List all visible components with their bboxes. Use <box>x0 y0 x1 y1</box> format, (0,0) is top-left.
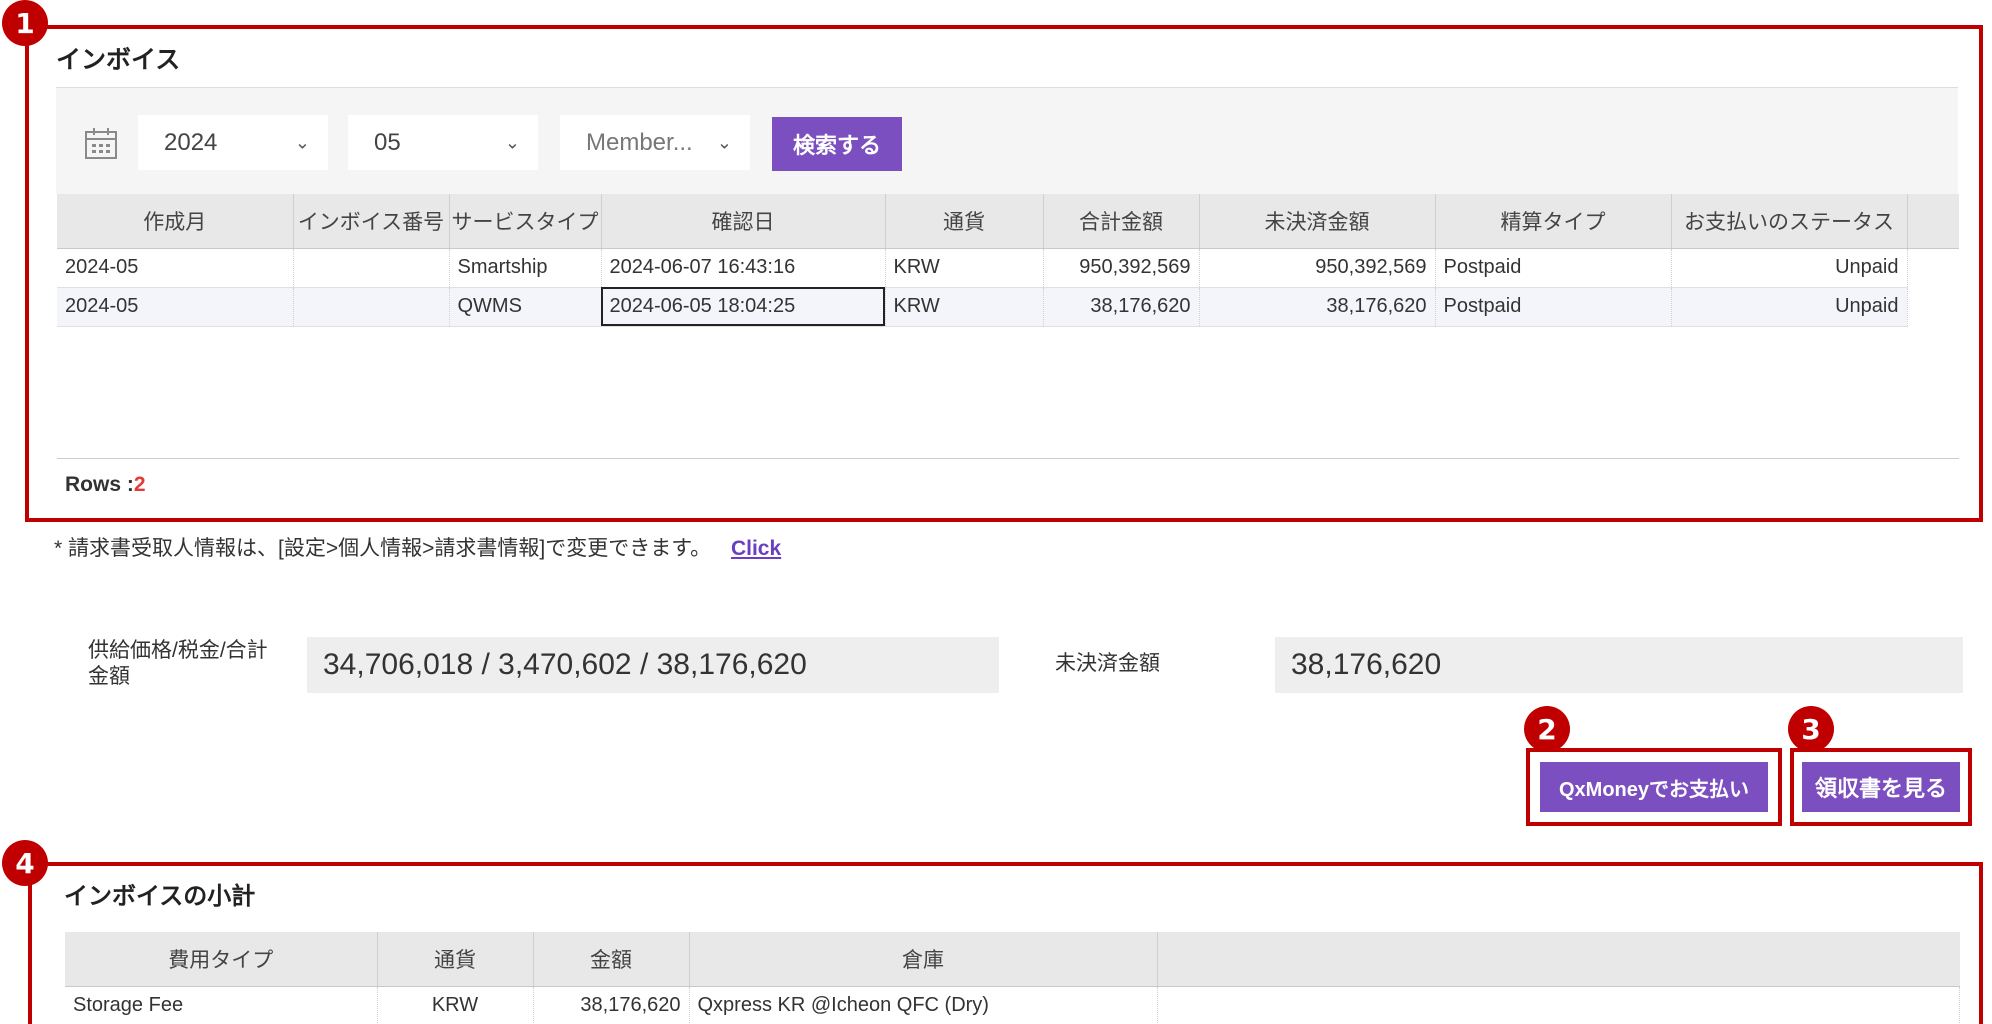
supply-label-line1: 供給価格/税金/合計 <box>88 639 268 662</box>
chevron-down-icon: ⌄ <box>294 132 310 152</box>
chevron-down-icon: ⌄ <box>504 132 520 152</box>
cell-filler <box>1907 248 1959 287</box>
cell-unpaid-amount: 38,176,620 <box>1199 287 1436 327</box>
col-service-type[interactable]: サービスタイプ <box>449 194 602 249</box>
month-select[interactable]: 05 ⌄ <box>348 115 538 170</box>
subtotal-title: インボイスの小計 <box>64 883 256 910</box>
cell-currency: KRW <box>377 986 534 1024</box>
supply-price-value: 34,706,018 / 3,470,602 / 38,176,620 <box>307 637 999 693</box>
cell-settlement-type: Postpaid <box>1435 248 1672 288</box>
search-button[interactable]: 検索する <box>772 117 902 171</box>
cell-total-amount: 38,176,620 <box>1043 287 1200 327</box>
cell-unpaid-amount: 950,392,569 <box>1199 248 1436 288</box>
annotation-badge-2: 2 <box>1524 706 1570 752</box>
cell-total-amount: 950,392,569 <box>1043 248 1200 288</box>
table-row[interactable]: 2024-05 Smartship 2024-06-07 16:43:16 KR… <box>57 248 1959 288</box>
col-confirm-date[interactable]: 確認日 <box>601 194 886 249</box>
cell-service-type: QWMS <box>449 287 602 327</box>
cell-settlement-type: Postpaid <box>1435 287 1672 327</box>
cell-currency: KRW <box>885 248 1044 288</box>
col-total-amount[interactable]: 合計金額 <box>1043 194 1200 249</box>
invoice-title: インボイス <box>56 46 181 74</box>
filter-bar: 2024 ⌄ 05 ⌄ Member... ⌄ 検索する <box>56 87 1958 194</box>
rows-label: Rows : <box>65 472 134 496</box>
table-row[interactable]: 2024-05 QWMS 2024-06-05 18:04:25 KRW 38,… <box>57 287 1959 327</box>
col-payment-status[interactable]: お支払いのステータス <box>1671 194 1908 249</box>
chevron-down-icon: ⌄ <box>716 132 732 152</box>
col-warehouse[interactable]: 倉庫 <box>689 932 1158 987</box>
col-amount[interactable]: 金額 <box>533 932 690 987</box>
col-fee-type[interactable]: 費用タイプ <box>65 932 378 987</box>
col-unpaid-amount[interactable]: 未決済金額 <box>1199 194 1436 249</box>
year-select[interactable]: 2024 ⌄ <box>138 115 328 170</box>
view-receipt-button[interactable]: 領収書を見る <box>1802 762 1960 812</box>
cell-created-month: 2024-05 <box>57 287 294 327</box>
supply-price-label: 供給価格/税金/合計 金額 <box>88 638 268 690</box>
cell-filler <box>1157 986 1960 1024</box>
cell-warehouse: Qxpress KR @Icheon QFC (Dry) <box>689 986 1158 1024</box>
cell-payment-status: Unpaid <box>1671 248 1908 288</box>
qxmoney-pay-button[interactable]: QxMoneyでお支払い <box>1540 762 1768 812</box>
cell-filler <box>1907 287 1959 326</box>
cell-service-type: Smartship <box>449 248 602 288</box>
rows-count: 2 <box>133 472 146 496</box>
supply-label-line2: 金額 <box>88 665 130 688</box>
unpaid-amount-value: 38,176,620 <box>1275 637 1963 693</box>
cell-confirm-date: 2024-06-07 16:43:16 <box>601 248 886 288</box>
annotation-badge-4: 4 <box>2 840 48 886</box>
cell-currency: KRW <box>885 287 1044 327</box>
member-select-value: Member... <box>586 128 693 156</box>
annotation-badge-1: 1 <box>2 0 48 46</box>
cell-created-month: 2024-05 <box>57 248 294 288</box>
table-footer: Rows : 2 <box>57 458 1959 510</box>
col-settlement-type[interactable]: 精算タイプ <box>1435 194 1672 249</box>
cell-confirm-date-selected[interactable]: 2024-06-05 18:04:25 <box>601 287 886 327</box>
month-select-value: 05 <box>374 128 401 156</box>
settings-link[interactable]: Click <box>731 537 781 560</box>
calendar-icon[interactable] <box>84 126 118 165</box>
annotation-badge-3: 3 <box>1788 706 1834 752</box>
col-filler <box>1907 194 1959 249</box>
col-filler <box>1157 932 1960 987</box>
cell-invoice-number <box>293 248 450 288</box>
table-row[interactable]: Storage Fee KRW 38,176,620 Qxpress KR @I… <box>65 986 1960 1024</box>
col-currency[interactable]: 通貨 <box>377 932 534 987</box>
cell-amount: 38,176,620 <box>533 986 690 1024</box>
subtotal-table: 費用タイプ 通貨 金額 倉庫 Storage Fee KRW 38,176,62… <box>65 932 1960 1024</box>
col-currency[interactable]: 通貨 <box>885 194 1044 249</box>
cell-invoice-number <box>293 287 450 327</box>
cell-fee-type: Storage Fee <box>65 986 378 1024</box>
member-select[interactable]: Member... ⌄ <box>560 115 750 170</box>
unpaid-amount-label: 未決済金額 <box>1055 652 1160 675</box>
col-invoice-number[interactable]: インボイス番号 <box>293 194 450 249</box>
note-text: * 請求書受取人情報は、[設定>個人情報>請求書情報]で変更できます。 <box>54 537 712 560</box>
col-created-month[interactable]: 作成月 <box>57 194 294 249</box>
recipient-note: * 請求書受取人情報は、[設定>個人情報>請求書情報]で変更できます。 Clic… <box>54 532 781 562</box>
cell-payment-status: Unpaid <box>1671 287 1908 327</box>
invoice-table: 作成月 インボイス番号 サービスタイプ 確認日 通貨 合計金額 未決済金額 精算… <box>57 194 1959 327</box>
year-select-value: 2024 <box>164 128 218 156</box>
